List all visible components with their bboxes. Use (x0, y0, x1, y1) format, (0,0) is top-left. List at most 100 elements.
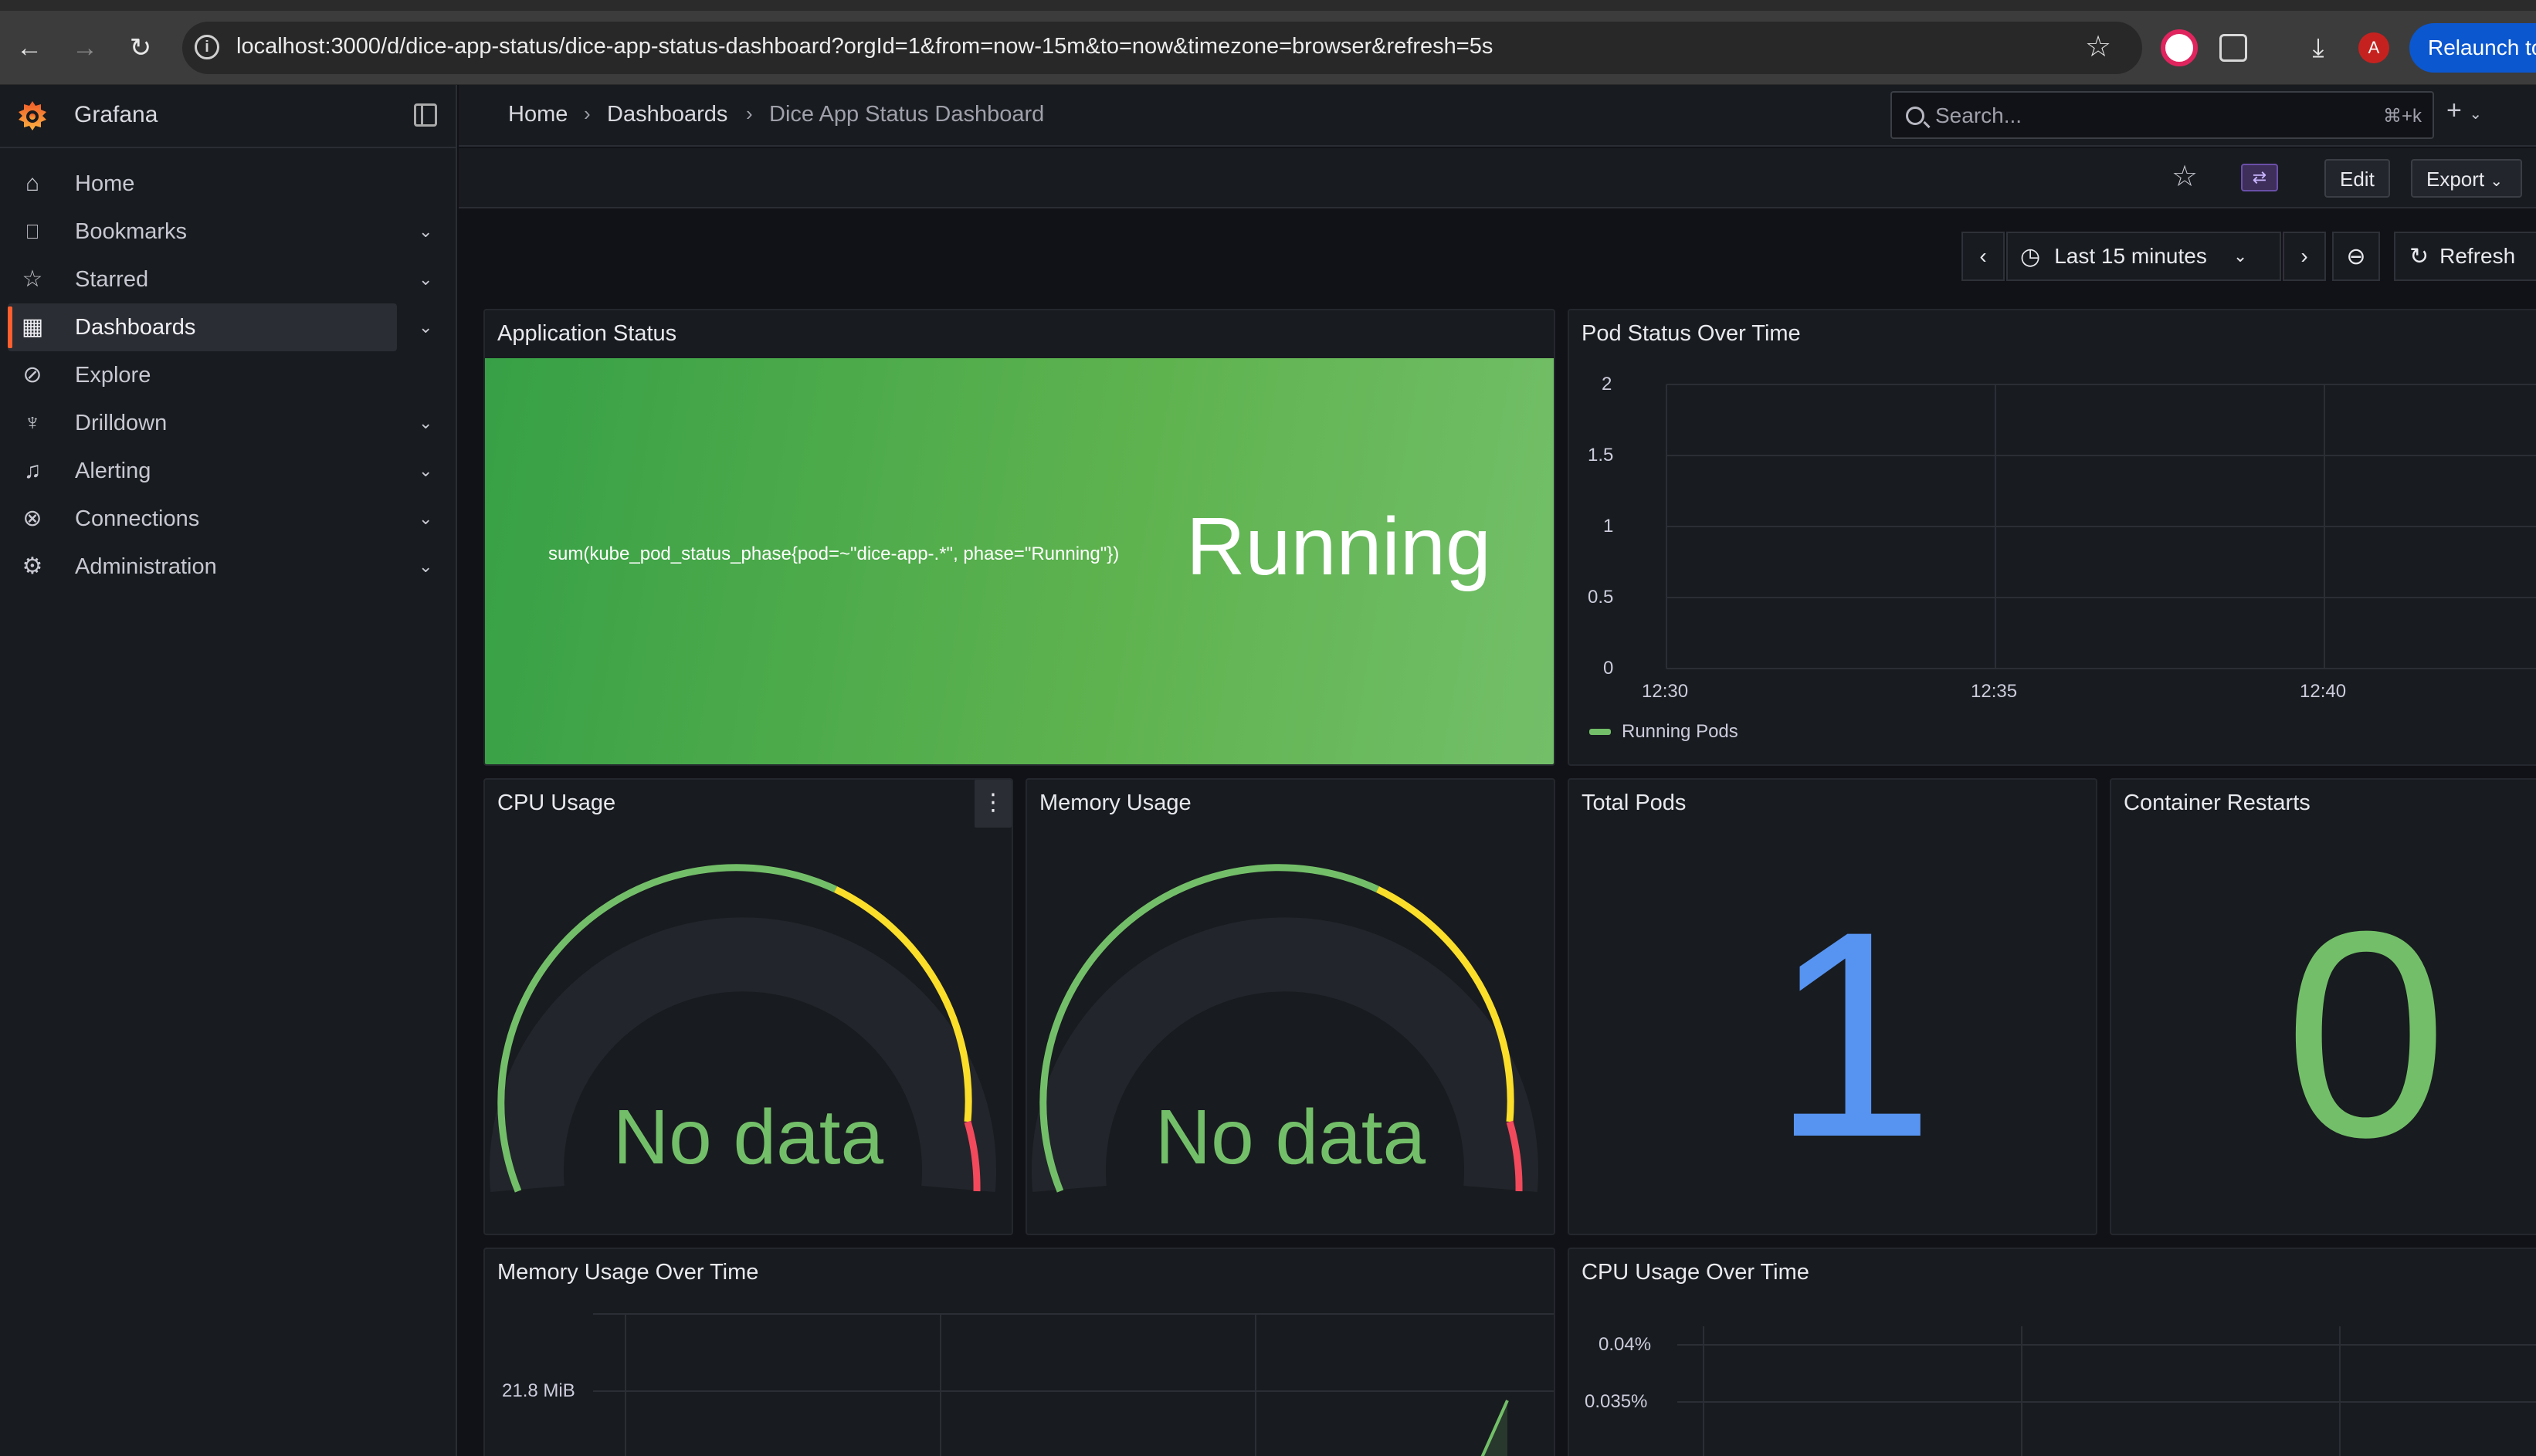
panel-container-restarts[interactable]: Container Restarts 0 (2110, 778, 2536, 1235)
brand-name: Grafana (74, 102, 158, 127)
panel-memory-usage-over-time[interactable]: Memory Usage Over Time 21.8 MiB (483, 1248, 1555, 1456)
sidebar-item-label: Home (75, 171, 135, 196)
legend-label[interactable]: Running Pods (1622, 721, 1738, 743)
cpu-over-time-chart (1677, 1326, 2536, 1456)
time-range-label: Last 15 minutes (2054, 244, 2207, 268)
sidebar-item-home[interactable]: ⌂ Home (0, 160, 402, 208)
search-shortcut: ⌘+k (2382, 106, 2422, 127)
sidebar-item-administration[interactable]: ⚙ Administration ⌄ (0, 543, 433, 591)
breadcrumb-dashboards[interactable]: Dashboards (607, 102, 727, 127)
chevron-right-icon: › (2300, 244, 2308, 268)
dock-menu-icon[interactable] (414, 103, 437, 127)
sidebar-item-dashboards[interactable]: ▦ Dashboards ⌄ (8, 303, 432, 351)
add-new-plus-icon[interactable]: + ⌄ (2446, 96, 2482, 126)
panel-title: Application Status (497, 321, 677, 346)
bookmark-star-icon[interactable]: ☆ (2085, 29, 2111, 64)
plug-icon: ⊗ (22, 506, 42, 531)
panel-pod-status-over-time[interactable]: Pod Status Over Time 2 1.5 1 0.5 0 12:30… (1568, 309, 2536, 766)
mark-favorite-star-icon[interactable]: ☆ (2172, 159, 2198, 194)
profile-avatar[interactable]: A (2358, 32, 2389, 63)
panel-memory-usage[interactable]: Memory Usage No data (1026, 778, 1555, 1235)
sidebar-item-label: Administration (75, 554, 217, 579)
time-shift-back-button[interactable]: ‹ (1961, 232, 2005, 281)
panel-application-status[interactable]: Application Status sum(kube_pod_status_p… (483, 309, 1555, 766)
chevron-down-icon: ⌄ (2490, 173, 2504, 190)
sidebar-item-label: Connections (75, 506, 200, 531)
time-range-picker[interactable]: ◷ Last 15 minutes ⌄ (2006, 232, 2281, 281)
download-icon[interactable]: ⤓ (2300, 29, 2337, 66)
chevron-down-icon[interactable]: ⌄ (419, 413, 432, 433)
y-tick-label: 2 (1602, 374, 1612, 394)
panel-cpu-usage[interactable]: CPU Usage ⋮ No data (483, 778, 1013, 1235)
status-query-text: sum(kube_pod_status_phase{pod=~"dice-app… (548, 543, 1120, 564)
chevron-down-icon[interactable]: ⌄ (419, 269, 432, 290)
star-icon: ☆ (22, 266, 43, 292)
chevron-down-icon[interactable]: ⌄ (419, 509, 432, 529)
edit-button[interactable]: Edit (2324, 159, 2390, 198)
gauge-value: No data (612, 1094, 884, 1180)
compass-icon: ⊘ (22, 362, 42, 388)
refresh-label: Refresh (2439, 244, 2516, 268)
breadcrumb-current: Dice App Status Dashboard (769, 102, 1045, 127)
browser-tab-strip (0, 0, 2536, 11)
top-nav-bar: Home › Dashboards › Dice App Status Dash… (459, 85, 2536, 147)
back-icon[interactable]: ← (8, 26, 51, 69)
search-input[interactable]: Search... ⌘+k (1890, 91, 2434, 139)
sidebar-item-label: Alerting (75, 458, 151, 483)
breadcrumb-separator-icon: › (584, 102, 591, 125)
url-text[interactable]: localhost:3000/d/dice-app-status/dice-ap… (236, 34, 1493, 59)
zoom-out-icon: ⊖ (2346, 243, 2366, 269)
share-link-icon[interactable]: ⇄ (2241, 164, 2278, 191)
y-tick-label: 1 (1603, 516, 1614, 537)
dashboards-grid-icon: ▦ (21, 314, 44, 340)
panel-title: Total Pods (1582, 791, 1687, 815)
extension-shield-icon[interactable] (2161, 29, 2198, 66)
sidebar-item-connections[interactable]: ⊗ Connections ⌄ (0, 495, 432, 543)
gauge-value: No data (1154, 1094, 1426, 1180)
bookmark-icon: ⎕ (26, 220, 39, 243)
sidebar-item-drilldown[interactable]: ♆ Drilldown ⌄ (0, 399, 433, 447)
bell-icon: ♫ (23, 458, 42, 483)
browser-toolbar: ← → ↻ i localhost:3000/d/dice-app-status… (0, 0, 2536, 85)
status-background: sum(kube_pod_status_phase{pod=~"dice-app… (485, 358, 1554, 764)
chevron-down-icon[interactable]: ⌄ (419, 461, 432, 481)
status-value: Running (1186, 501, 1491, 592)
y-tick-label: 0.5 (1588, 587, 1614, 608)
zoom-out-button[interactable]: ⊖ (2332, 232, 2380, 281)
panel-total-pods[interactable]: Total Pods 1 (1568, 778, 2097, 1235)
legend-swatch (1589, 729, 1611, 735)
panel-cpu-usage-over-time[interactable]: CPU Usage Over Time 0.04% 0.035% (1568, 1248, 2536, 1456)
chevron-down-icon[interactable]: ⌄ (419, 557, 432, 577)
y-tick-label: 1.5 (1588, 445, 1614, 466)
time-shift-forward-button[interactable]: › (2283, 232, 2326, 281)
y-tick-label: 0.04% (1599, 1334, 1652, 1355)
search-placeholder: Search... (1935, 103, 2022, 127)
export-label: Export (2426, 168, 2485, 191)
sidebar-item-explore[interactable]: ⊘ Explore (0, 351, 402, 399)
y-tick-label: 21.8 MiB (502, 1380, 575, 1401)
export-button[interactable]: Export ⌄ (2411, 159, 2522, 198)
chevron-down-icon[interactable]: ⌄ (419, 222, 432, 242)
chevron-down-icon: ⌄ (2233, 246, 2248, 266)
relaunch-button[interactable]: Relaunch to (2409, 23, 2536, 73)
sidebar-item-alerting[interactable]: ♫ Alerting ⌄ (0, 447, 433, 495)
grafana-logo-icon[interactable] (15, 99, 49, 133)
memory-over-time-chart (593, 1313, 1554, 1456)
refresh-icon: ↻ (2409, 243, 2429, 269)
chevron-down-icon[interactable]: ⌄ (419, 317, 432, 337)
sidebar-item-starred[interactable]: ☆ Starred ⌄ (0, 256, 433, 303)
refresh-button[interactable]: ↻ Refresh (2394, 232, 2536, 281)
site-info-icon[interactable]: i (195, 35, 219, 59)
sidebar-item-label: Bookmarks (75, 218, 188, 244)
forward-icon[interactable]: → (63, 26, 107, 69)
reload-icon[interactable]: ↻ (119, 26, 162, 69)
search-icon (1906, 107, 1924, 125)
pod-status-chart (1666, 384, 2536, 669)
sidebar-divider (0, 147, 457, 148)
sidebar-item-bookmarks[interactable]: ⎕ Bookmarks ⌄ (0, 208, 432, 256)
extensions-puzzle-icon[interactable] (2219, 34, 2247, 62)
breadcrumb-home[interactable]: Home (508, 102, 568, 127)
stat-value: 1 (1771, 870, 1935, 1198)
sidebar-item-label: Drilldown (75, 410, 168, 435)
app-root: ← → ↻ i localhost:3000/d/dice-app-status… (0, 0, 2536, 1456)
